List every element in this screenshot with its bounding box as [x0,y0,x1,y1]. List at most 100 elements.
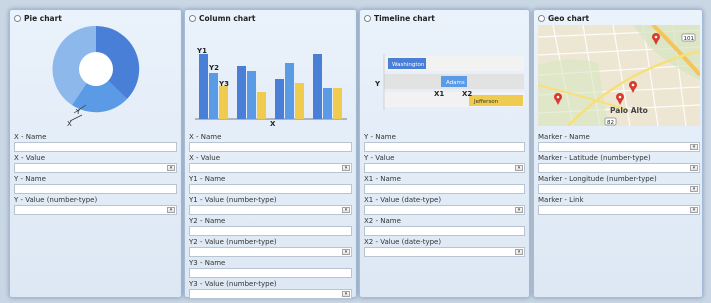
chevron-down-icon[interactable]: ▾ [167,165,175,171]
timeline-chart-panel: Timeline chart Washington Adams Jefferso… [359,9,530,298]
timeline-field-select[interactable]: ▾ [364,247,525,257]
timeline-x2-label: X2 [462,90,472,98]
column-field-select[interactable]: ▾ [189,205,352,215]
map-city-label: Palo Alto [610,106,648,115]
pie-field-row: Y - Name [14,175,177,196]
column-field-row: X - Value ▾ [189,154,352,175]
pie-chart-title: Pie chart [24,14,62,23]
chevron-down-icon[interactable]: ▾ [515,207,523,213]
pie-y-label: Y [75,108,81,116]
timeline-field-row: X2 - Name [364,217,525,238]
pie-field-label: Y - Value (number-type) [14,196,98,204]
pie-field-label: Y - Name [14,175,46,183]
timeline-field-label: Y - Value [364,154,395,162]
chevron-down-icon[interactable]: ▾ [690,165,698,171]
column-field-select[interactable]: ▾ [189,163,352,173]
column-field-label: Y1 - Name [189,175,226,183]
column-field-input[interactable] [189,142,352,152]
column-field-input[interactable] [189,268,352,278]
chevron-down-icon[interactable]: ▾ [690,186,698,192]
column-field-select[interactable]: ▾ [189,247,352,257]
pie-field-input[interactable] [14,142,177,152]
pie-field-row: Y - Value (number-type) ▾ [14,196,177,217]
chevron-down-icon[interactable]: ▾ [342,291,350,297]
timeline-field-row: Y - Name [364,133,525,154]
column-field-row: Y2 - Name [189,217,352,238]
chevron-down-icon[interactable]: ▾ [342,249,350,255]
column-field-row: Y2 - Value (number-type) ▾ [189,238,352,259]
geo-field-row: Marker - Longitude (number-type) ▾ [538,175,700,196]
chevron-down-icon[interactable]: ▾ [515,249,523,255]
geo-field-select[interactable]: ▾ [538,205,700,215]
timeline-field-label: X2 - Name [364,217,401,225]
column-chart-radio[interactable] [189,15,196,22]
pie-chart-panel: Pie chart X Y X - Name X - Value ▾ Y - Name… [9,9,182,298]
geo-chart-radio[interactable] [538,15,545,22]
geo-field-select[interactable]: ▾ [538,184,700,194]
timeline-field-label: Y - Name [364,133,396,141]
geo-field-select[interactable]: ▾ [538,163,700,173]
geo-field-row: Marker - Link ▾ [538,196,700,217]
pie-field-label: X - Name [14,133,47,141]
geo-field-label: Marker - Latitude (number-type) [538,154,651,162]
pie-chart-illustration: X Y [52,26,140,126]
geo-field-select[interactable]: ▾ [538,142,700,152]
timeline-chart-fields: Y - Name Y - Value ▾ X1 - Name X1 - Value (d… [364,133,525,259]
column-field-label: Y3 - Name [189,259,226,267]
timeline-field-input[interactable] [364,226,525,236]
timeline-field-label: X1 - Name [364,175,401,183]
column-x-label: X [270,120,276,126]
timeline-y-label: Y [374,80,381,88]
pie-chart-fields: X - Name X - Value ▾ Y - Name Y - Value (num… [14,133,177,217]
map-route-101: 101 [684,36,695,42]
geo-field-label: Marker - Longitude (number-type) [538,175,657,183]
geo-field-label: Marker - Link [538,196,584,204]
timeline-field-row: Y - Value ▾ [364,154,525,175]
pie-field-input[interactable] [14,184,177,194]
column-chart-fields: X - Name X - Value ▾ Y1 - Name Y1 - Value (n… [189,133,352,301]
column-y3-label: Y3 [218,80,229,88]
timeline-chart-radio[interactable] [364,15,371,22]
pie-field-select[interactable]: ▾ [14,163,177,173]
geo-chart-preview: Palo Alto 82 101 [538,25,700,126]
column-chart-option[interactable]: Column chart [189,14,255,23]
column-field-row: Y3 - Value (number-type) ▾ [189,280,352,301]
timeline-field-select[interactable]: ▾ [364,163,525,173]
column-field-input[interactable] [189,184,352,194]
pie-chart-option[interactable]: Pie chart [14,14,62,23]
timeline-chart-option[interactable]: Timeline chart [364,14,435,23]
column-y2-label: Y2 [208,64,219,72]
geo-field-label: Marker - Name [538,133,590,141]
chevron-down-icon[interactable]: ▾ [167,207,175,213]
timeline-field-row: X1 - Value (date-type) ▾ [364,196,525,217]
chevron-down-icon[interactable]: ▾ [690,207,698,213]
chevron-down-icon[interactable]: ▾ [515,165,523,171]
column-field-label: Y1 - Value (number-type) [189,196,277,204]
column-field-label: X - Value [189,154,220,162]
timeline-field-select[interactable]: ▾ [364,205,525,215]
column-field-input[interactable] [189,226,352,236]
column-field-label: Y3 - Value (number-type) [189,280,277,288]
timeline-field-input[interactable] [364,142,525,152]
chevron-down-icon[interactable]: ▾ [690,144,698,150]
pie-x-label: X [67,120,72,126]
column-field-select[interactable]: ▾ [189,289,352,299]
timeline-bar-washington: Washington [392,62,425,68]
column-chart-title: Column chart [199,14,256,23]
column-y1-label: Y1 [196,47,207,55]
pie-chart-radio[interactable] [14,15,21,22]
timeline-chart-illustration: Washington Adams Jefferson Y X1 X2 [374,54,524,110]
timeline-field-input[interactable] [364,184,525,194]
column-chart-panel: Column chart Y1 Y2 Y3 X X - Name X - Valu… [184,9,357,301]
timeline-chart-title: Timeline chart [374,14,435,23]
pie-chart-preview: X Y [14,26,177,126]
chevron-down-icon[interactable]: ▾ [342,165,350,171]
chevron-down-icon[interactable]: ▾ [342,207,350,213]
column-chart-illustration: Y1 Y2 Y3 X [195,47,347,126]
map-route-82: 82 [607,120,614,126]
pie-field-select[interactable]: ▾ [14,205,177,215]
geo-field-row: Marker - Latitude (number-type) ▾ [538,154,700,175]
column-field-label: Y2 - Value (number-type) [189,238,277,246]
geo-chart-option[interactable]: Geo chart [538,14,589,23]
timeline-bar-adams: Adams [446,80,465,86]
